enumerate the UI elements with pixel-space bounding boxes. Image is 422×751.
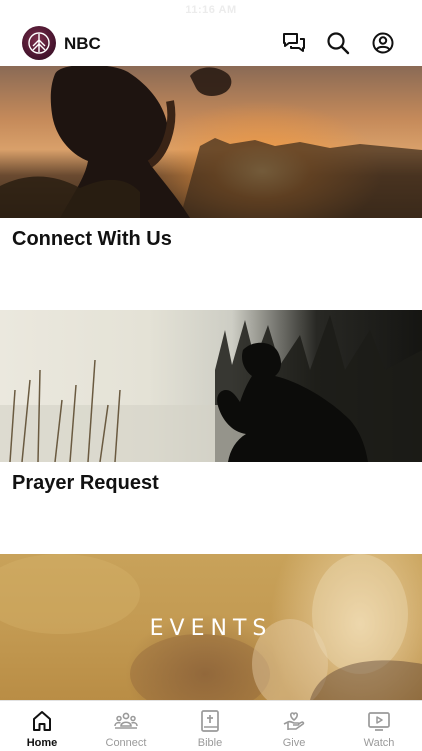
logo-icon [28,32,50,54]
bottom-tab-bar: Home Connect Bible Give Watch [0,700,422,751]
search-icon [327,32,350,55]
tab-watch[interactable]: Watch [337,701,421,751]
praying-man-silhouette [0,315,422,462]
tab-bible-label: Bible [197,737,223,749]
give-icon [283,712,305,730]
prayer-card-image [0,310,422,462]
app-header: NBC [0,20,422,66]
tab-watch-label: Watch [363,737,395,749]
connect-card-title: Connect With Us [12,228,172,250]
prayer-card[interactable]: Prayer Request [0,310,422,530]
tab-bible[interactable]: Bible [168,701,252,751]
people-icon [114,712,138,729]
sunset-silhouette [0,66,422,218]
status-time: 11:16 AM [185,4,237,16]
home-icon [33,711,51,731]
prayer-card-title: Prayer Request [12,472,159,494]
user-icon [372,32,394,54]
app-title: NBC [64,34,101,53]
tab-home-label: Home [26,737,58,749]
profile-button[interactable] [370,30,396,56]
watch-icon [368,712,390,731]
messages-button[interactable] [281,30,307,56]
search-button[interactable] [325,30,351,56]
tab-home[interactable]: Home [0,701,84,751]
events-card-title: EVENTS [149,616,273,641]
bible-icon [201,710,219,732]
tab-give[interactable]: Give [252,701,336,751]
chat-icon [283,33,305,52]
connect-card[interactable]: Connect With Us [0,66,422,286]
tab-give-label: Give [282,737,306,749]
tab-connect-label: Connect [105,737,147,749]
tab-connect[interactable]: Connect [84,701,168,751]
church-logo[interactable] [22,26,56,60]
status-bar: 11:16 AM [0,0,422,20]
events-card[interactable]: EVENTS [0,554,422,700]
connect-card-image [0,66,422,218]
